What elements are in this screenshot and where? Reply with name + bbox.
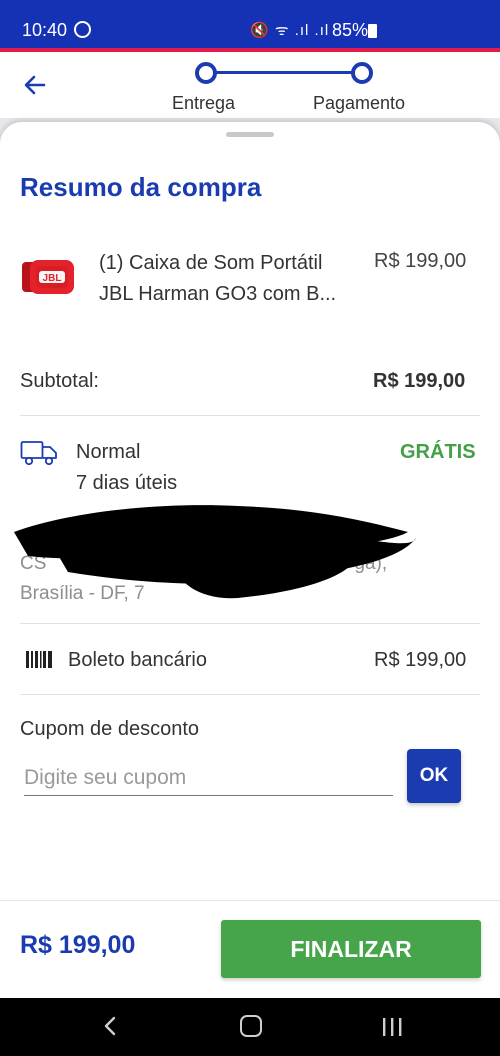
battery-percentage: 85%	[332, 20, 369, 40]
battery-icon	[368, 24, 377, 38]
order-total: R$ 199,00	[20, 931, 136, 959]
subtotal-value: R$ 199,00	[373, 370, 466, 392]
coupon-label: Cupom de desconto	[20, 718, 200, 740]
divider	[20, 623, 480, 624]
system-nav-bar	[0, 998, 500, 1056]
payment-method: Boleto bancário	[68, 649, 207, 671]
subtotal-label: Subtotal:	[20, 370, 99, 392]
whatsapp-icon	[74, 21, 91, 38]
shipping-price: GRÁTIS	[400, 441, 476, 463]
step-delivery-label[interactable]: Entrega	[172, 93, 235, 114]
nav-home-icon[interactable]	[240, 1015, 262, 1037]
finalize-button[interactable]: FINALIZAR	[221, 920, 481, 978]
drag-handle[interactable]	[226, 132, 274, 137]
product-price: R$ 199,00	[374, 250, 467, 272]
barcode-icon	[26, 651, 52, 668]
nav-back-icon[interactable]	[100, 1015, 122, 1037]
signal-icons: 🔇 ᯤ .ıl .ıl	[250, 22, 330, 39]
product-logo-text: JBL	[43, 273, 62, 284]
divider	[20, 694, 480, 695]
truck-icon	[20, 441, 57, 466]
step-payment-dot[interactable]	[351, 62, 373, 84]
shipping-name: Normal	[76, 441, 141, 463]
page-title: Resumo da compra	[20, 172, 262, 202]
divider	[20, 415, 480, 416]
stepper-line	[215, 71, 355, 74]
redaction-scribble	[14, 505, 416, 599]
step-delivery-dot[interactable]	[195, 62, 217, 84]
status-bar: 10:40 🔇 ᯤ .ıl .ıl 85%	[0, 0, 500, 50]
nav-recents-icon[interactable]	[381, 1017, 403, 1037]
product-name: (1) Caixa de Som Portátil JBL Harman GO3…	[99, 252, 337, 305]
payment-value: R$ 199,00	[374, 649, 467, 671]
clock: 10:40	[22, 20, 68, 40]
back-arrow-icon[interactable]	[20, 70, 50, 100]
coupon-input[interactable]	[24, 760, 393, 796]
apply-coupon-button[interactable]: OK	[407, 749, 461, 803]
step-payment-label[interactable]: Pagamento	[313, 93, 405, 114]
product-image: JBL	[22, 260, 74, 294]
